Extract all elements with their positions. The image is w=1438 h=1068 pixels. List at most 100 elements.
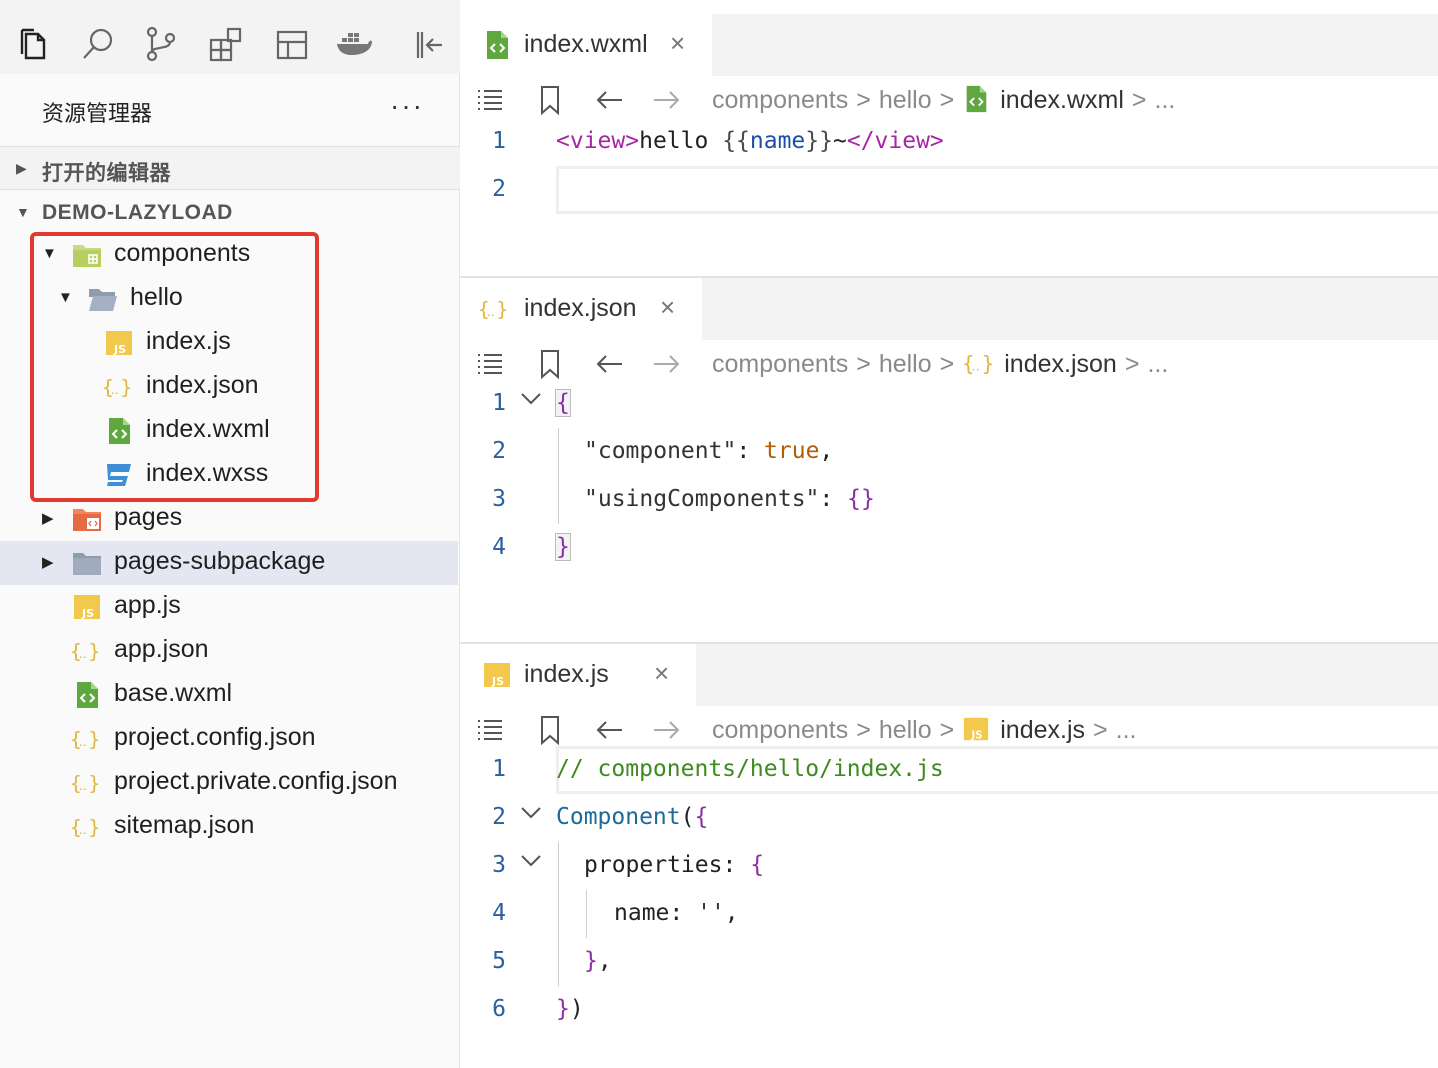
tree-item-sitemap-json[interactable]: {..} sitemap.json bbox=[0, 805, 458, 849]
chevron-right-icon: ▶ bbox=[16, 160, 28, 176]
chevron-down-icon[interactable] bbox=[518, 848, 544, 874]
svg-text:..: .. bbox=[79, 823, 87, 837]
tab-label: index.json bbox=[524, 294, 637, 322]
chevron-down-icon[interactable] bbox=[518, 800, 544, 826]
arrow-left-icon[interactable] bbox=[594, 348, 626, 380]
section-label: DEMO-LAZYLOAD bbox=[42, 201, 233, 224]
breadcrumb-more[interactable]: ... bbox=[1147, 350, 1168, 378]
tree-item-app-js[interactable]: JS app.js bbox=[0, 585, 458, 629]
code-line: 3 properties: { bbox=[460, 842, 1438, 890]
tab-index-json[interactable]: {..} index.json × bbox=[460, 278, 702, 340]
breadcrumb-item[interactable]: hello bbox=[879, 350, 932, 378]
bookmark-icon[interactable] bbox=[534, 348, 566, 380]
tree-item-project-private-config-json[interactable]: {..} project.private.config.json bbox=[0, 761, 458, 805]
js-file-icon: JS bbox=[72, 593, 102, 621]
line-number: 6 bbox=[492, 996, 506, 1022]
chevron-down-icon[interactable] bbox=[518, 386, 544, 412]
arrow-right-icon[interactable] bbox=[650, 84, 682, 116]
arrow-left-icon[interactable] bbox=[594, 714, 626, 746]
wxml-file-icon bbox=[72, 681, 102, 709]
list-icon[interactable] bbox=[474, 714, 506, 746]
arrow-left-icon[interactable] bbox=[594, 84, 626, 116]
section-project[interactable]: ▼ DEMO-LAZYLOAD bbox=[0, 191, 460, 235]
json-file-icon: {..} bbox=[478, 294, 508, 324]
json-file-icon: {..} bbox=[962, 349, 994, 377]
svg-text:}: } bbox=[89, 816, 100, 839]
docker-icon[interactable] bbox=[334, 24, 374, 64]
close-tab-button[interactable]: × bbox=[670, 28, 685, 59]
list-icon[interactable] bbox=[474, 84, 506, 116]
breadcrumb-more[interactable]: ... bbox=[1155, 86, 1176, 114]
line-number: 1 bbox=[492, 390, 506, 416]
collapse-panel-icon[interactable] bbox=[408, 24, 448, 64]
tree-item-label: base.wxml bbox=[114, 679, 233, 707]
breadcrumb-file[interactable]: index.wxml bbox=[1000, 86, 1124, 114]
line-number: 1 bbox=[492, 756, 506, 782]
tree-item-project-config-json[interactable]: {..} project.config.json bbox=[0, 717, 458, 761]
code-text: }, bbox=[584, 948, 612, 974]
activity-bar bbox=[0, 0, 460, 74]
breadcrumb-item[interactable]: hello bbox=[879, 716, 932, 744]
breadcrumb-item[interactable]: components bbox=[712, 716, 848, 744]
editor-index-wxml: index.wxml × components > hello > index.wxml… bbox=[460, 14, 1438, 276]
code-text: name: '', bbox=[614, 900, 739, 926]
svg-text:}: } bbox=[982, 351, 994, 375]
folder-pages-icon bbox=[72, 505, 102, 533]
tree-item-label: pages bbox=[114, 503, 183, 531]
line-number: 1 bbox=[492, 128, 506, 154]
tree-item-base-wxml[interactable]: base.wxml bbox=[0, 673, 458, 717]
js-file-icon: JS bbox=[482, 660, 512, 690]
close-tab-button[interactable]: × bbox=[654, 658, 669, 689]
code-line: 4 } bbox=[460, 524, 1438, 572]
tab-index-js[interactable]: JS index.js × bbox=[460, 644, 696, 706]
json-file-icon: {..} bbox=[70, 637, 100, 665]
close-tab-button[interactable]: × bbox=[660, 292, 675, 323]
tree-item-app-json[interactable]: {..} app.json bbox=[0, 629, 458, 673]
bookmark-icon[interactable] bbox=[534, 84, 566, 116]
chevron-down-icon: ▼ bbox=[16, 204, 31, 220]
line-number: 2 bbox=[492, 438, 506, 464]
tree-item-label: sitemap.json bbox=[114, 811, 255, 839]
section-open-editors[interactable]: ▶ 打开的编辑器 bbox=[0, 146, 460, 190]
code-line: 1 <view>hello {{name}}~</view> bbox=[460, 118, 1438, 166]
tree-item-label: project.config.json bbox=[114, 723, 316, 751]
explorer-icon[interactable] bbox=[14, 24, 54, 64]
extensions-icon[interactable] bbox=[206, 24, 246, 64]
arrow-right-icon[interactable] bbox=[650, 348, 682, 380]
search-icon[interactable] bbox=[78, 24, 118, 64]
svg-text:JS: JS bbox=[971, 729, 983, 741]
list-icon[interactable] bbox=[474, 348, 506, 380]
code-text: <view>hello {{name}}~</view> bbox=[556, 128, 944, 154]
breadcrumb-item[interactable]: hello bbox=[879, 86, 932, 114]
code-text: { bbox=[555, 389, 571, 417]
chevron-right-icon: ▶ bbox=[42, 510, 54, 527]
tab-index-wxml[interactable]: index.wxml × bbox=[460, 14, 712, 76]
editor-toolbar: components > hello > index.wxml >... bbox=[460, 76, 1438, 122]
tab-bar: {..} index.json × bbox=[460, 278, 1438, 340]
code-text: } bbox=[555, 533, 571, 561]
line-number: 2 bbox=[492, 804, 506, 830]
breadcrumb-file[interactable]: index.json bbox=[1004, 350, 1117, 378]
svg-text:..: .. bbox=[79, 647, 87, 661]
more-actions-button[interactable]: ··· bbox=[390, 90, 424, 122]
tree-item-pages-subpackage[interactable]: ▶ pages-subpackage bbox=[0, 541, 458, 585]
svg-text:JS: JS bbox=[491, 675, 504, 688]
tree-item-label: pages-subpackage bbox=[114, 547, 326, 575]
tree-item-label: app.json bbox=[114, 635, 209, 663]
tree-item-pages[interactable]: ▶ pages bbox=[0, 497, 458, 541]
code-text: "usingComponents": {} bbox=[584, 486, 875, 512]
editor-index-json: {..} index.json × components > hello >{..} i… bbox=[460, 278, 1438, 642]
breadcrumb-more[interactable]: ... bbox=[1116, 716, 1137, 744]
bookmark-icon[interactable] bbox=[534, 714, 566, 746]
line-number: 4 bbox=[492, 534, 506, 560]
code-line: 2 "component": true, bbox=[460, 428, 1438, 476]
code-text: Component({ bbox=[556, 804, 709, 830]
breadcrumb-file[interactable]: index.js bbox=[1000, 716, 1085, 744]
breadcrumb-item[interactable]: components bbox=[712, 86, 848, 114]
breadcrumb: components > hello >{..} index.json >... bbox=[712, 349, 1169, 378]
tree-item-label: app.js bbox=[114, 591, 181, 619]
breadcrumb-item[interactable]: components bbox=[712, 350, 848, 378]
source-control-icon[interactable] bbox=[142, 24, 182, 64]
layout-icon[interactable] bbox=[272, 24, 312, 64]
arrow-right-icon[interactable] bbox=[650, 714, 682, 746]
